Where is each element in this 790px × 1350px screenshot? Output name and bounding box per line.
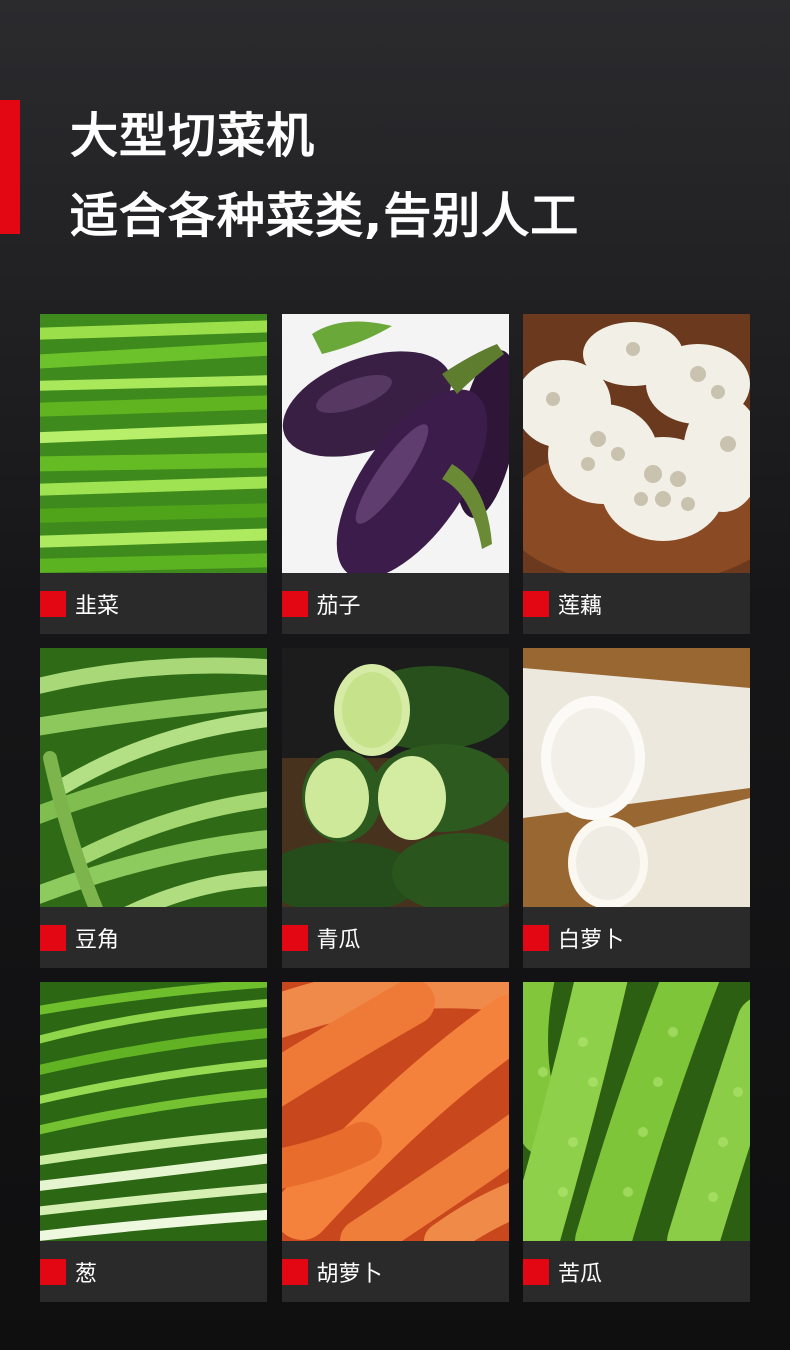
chives-photo [40, 314, 267, 573]
vegetable-card: 葱 [40, 982, 267, 1302]
vegetable-card: 豆角 [40, 648, 267, 968]
red-square-icon [523, 590, 549, 617]
red-accent-bar [0, 100, 20, 234]
vegetable-name: 豆角 [75, 927, 120, 953]
eggplant-photo [281, 314, 509, 573]
vegetable-card: 胡萝卜 [281, 982, 509, 1302]
vegetable-name: 莲藕 [558, 593, 603, 619]
vegetable-name: 青瓜 [316, 927, 361, 953]
red-square-icon [523, 1258, 549, 1285]
vegetable-name: 白萝卜 [558, 927, 625, 953]
red-square-icon [281, 924, 308, 951]
vegetable-card: 苦瓜 [523, 982, 750, 1302]
red-square-icon [281, 1258, 308, 1285]
vegetable-name: 葱 [75, 1261, 98, 1287]
vegetable-caption: 莲藕 [523, 573, 750, 634]
cucumber-photo [281, 648, 509, 907]
vegetable-caption: 青瓜 [281, 907, 509, 968]
vegetable-card: 韭菜 [40, 314, 267, 634]
red-square-icon [523, 924, 549, 951]
vegetable-caption: 茄子 [281, 573, 509, 634]
vegetable-card: 茄子 [281, 314, 509, 634]
vegetable-caption: 葱 [40, 1241, 267, 1302]
page-subtitle: 适合各种菜类,告别人工 [70, 188, 580, 244]
red-square-icon [281, 590, 308, 617]
vegetable-name: 胡萝卜 [316, 1261, 383, 1287]
vegetable-name: 韭菜 [75, 593, 120, 619]
page-title: 大型切菜机 [70, 108, 316, 164]
vegetable-caption: 豆角 [40, 907, 267, 968]
vegetable-caption: 苦瓜 [523, 1241, 750, 1302]
vegetable-card: 白萝卜 [523, 648, 750, 968]
vegetable-name: 苦瓜 [558, 1261, 603, 1287]
red-square-icon [40, 1258, 66, 1285]
lotus-root-photo [523, 314, 750, 573]
vegetable-caption: 白萝卜 [523, 907, 750, 968]
bitter-melon-photo [523, 982, 750, 1241]
vegetable-card: 青瓜 [281, 648, 509, 968]
red-square-icon [40, 590, 66, 617]
white-radish-photo [523, 648, 750, 907]
vegetable-caption: 韭菜 [40, 573, 267, 634]
vegetable-name: 茄子 [316, 593, 361, 619]
red-square-icon [40, 924, 66, 951]
vegetable-card: 莲藕 [523, 314, 750, 634]
vegetable-grid: 韭菜 茄子 莲藕 豆角 青瓜 白萝卜 葱 胡萝卜 苦瓜 [40, 314, 750, 1302]
green-beans-photo [40, 648, 267, 907]
vegetable-caption: 胡萝卜 [281, 1241, 509, 1302]
headline: 大型切菜机 适合各种菜类,告别人工 [70, 96, 579, 256]
carrot-photo [281, 982, 509, 1241]
scallion-photo [40, 982, 267, 1241]
